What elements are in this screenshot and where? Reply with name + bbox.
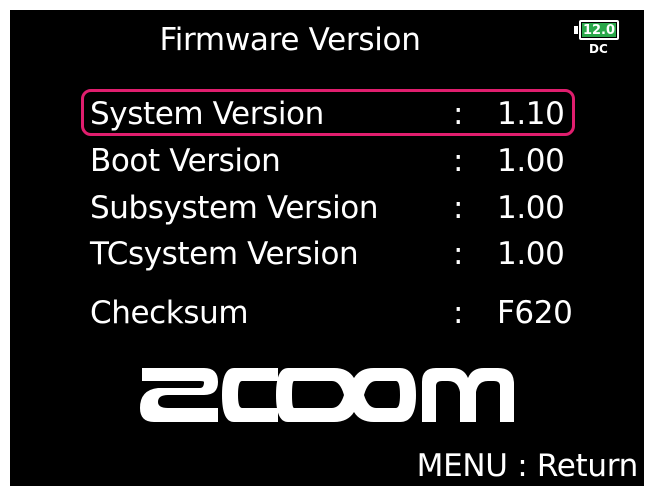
row-value: 1.00 (497, 236, 565, 272)
battery-indicator: 12.0 DC (574, 20, 627, 62)
row-label: System Version (90, 96, 324, 132)
row-label: TCsystem Version (90, 236, 359, 272)
page-title: Firmware Version (159, 22, 421, 58)
battery-tip (574, 26, 578, 34)
row-separator: : (453, 190, 464, 226)
battery-voltage: 12.0 (582, 23, 616, 38)
row-label: Boot Version (90, 143, 281, 179)
row-value: F620 (497, 295, 573, 331)
zoom-logo (140, 368, 514, 422)
row-separator: : (453, 295, 464, 331)
row-system-version[interactable]: System Version : 1.10 (10, 89, 644, 136)
row-boot-version[interactable]: Boot Version : 1.00 (10, 139, 644, 183)
row-subsystem-version[interactable]: Subsystem Version : 1.00 (10, 186, 644, 230)
row-label: Subsystem Version (90, 190, 379, 226)
row-checksum[interactable]: Checksum : F620 (10, 291, 644, 335)
row-value: 1.00 (497, 190, 565, 226)
row-label: Checksum (90, 295, 249, 331)
row-separator: : (453, 236, 464, 272)
row-tcsystem-version[interactable]: TCsystem Version : 1.00 (10, 232, 644, 276)
device-screen: Firmware Version 12.0 DC System Version … (10, 10, 644, 486)
row-value: 1.10 (497, 96, 565, 132)
power-source-label: DC (589, 42, 608, 56)
row-separator: : (453, 96, 464, 132)
row-separator: : (453, 143, 464, 179)
menu-return-hint[interactable]: MENU : Return (417, 447, 639, 485)
row-value: 1.00 (497, 143, 565, 179)
battery-icon: 12.0 (579, 20, 619, 40)
